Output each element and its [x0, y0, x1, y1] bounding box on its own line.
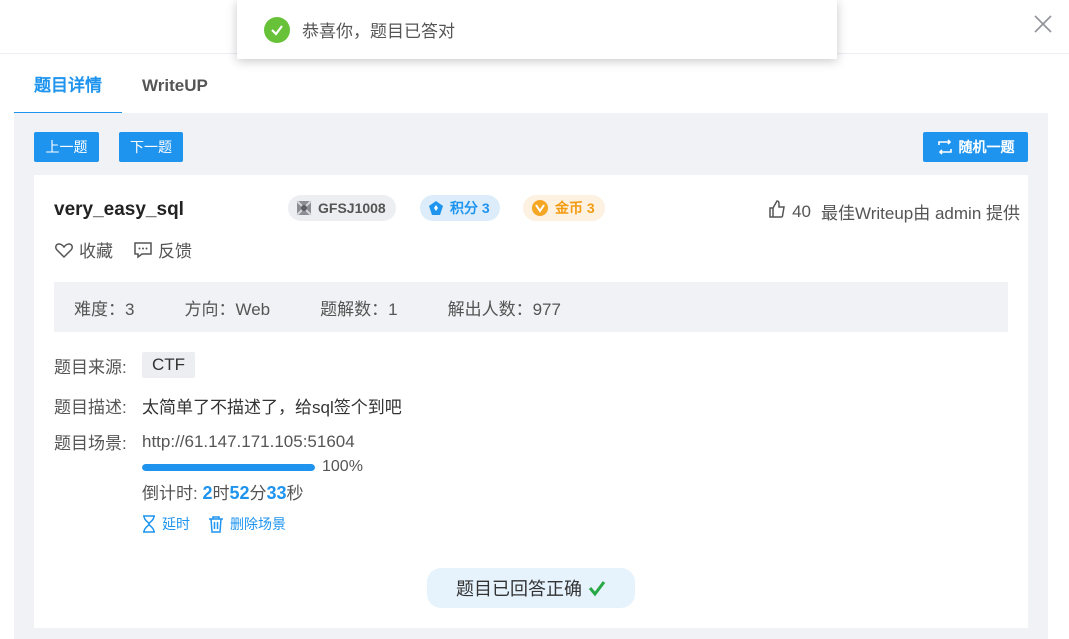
delete-scene-button[interactable]: 删除场景 [208, 514, 286, 534]
checkmark-icon [588, 581, 606, 597]
trash-icon [209, 516, 223, 533]
scene-actions: 延时 删除场景 [142, 514, 304, 534]
countdown: 倒计时: 2时52分33秒 [142, 479, 304, 504]
challenge-actions: 收藏 反馈 [54, 237, 212, 262]
detail-tabs: 题目详情 WriteUP [14, 60, 228, 114]
challenge-id-badge: GFSJ1008 [288, 195, 396, 221]
source-label: 题目来源: [54, 357, 127, 377]
feedback-label: 反馈 [158, 242, 192, 261]
countdown-hours-unit: 时 [212, 484, 230, 503]
favorite-button[interactable]: 收藏 [54, 237, 113, 262]
progress-fill [142, 463, 315, 471]
countdown-prefix: 倒计时: [142, 484, 203, 503]
extend-time-label: 延时 [162, 516, 190, 532]
extend-time-button[interactable]: 延时 [142, 514, 190, 534]
favorite-label: 收藏 [79, 242, 113, 261]
countdown-seconds-unit: 秒 [286, 484, 304, 503]
hourglass-icon [143, 515, 155, 533]
toast-message: 恭喜你，题目已答对 [302, 22, 455, 41]
check-circle-icon [264, 16, 290, 43]
countdown-minutes: 52 [229, 483, 250, 503]
correct-answer-banner: 题目已回答正确 [427, 568, 635, 608]
countdown-hours: 2 [202, 483, 213, 503]
delete-scene-label: 删除场景 [230, 516, 286, 532]
next-challenge-button[interactable]: 下一题 [119, 132, 183, 162]
likes-area: 40 最佳Writeup由 admin 提供 [767, 199, 1020, 224]
success-toast: 恭喜你，题目已答对 [237, 0, 837, 59]
coin-icon [531, 199, 549, 217]
coin-badge: 金币 3 [523, 195, 605, 221]
description-text: 太简单了不描述了，给sql签个到吧 [142, 398, 402, 417]
writeup-count-stat: 题解数：1 [320, 299, 398, 319]
correct-answer-text: 题目已回答正确 [456, 579, 582, 599]
best-writeup-text: 最佳Writeup由 admin 提供 [820, 204, 1020, 223]
scene-label: 题目场景: [54, 434, 127, 453]
challenge-card: very_easy_sql GFSJ1008 积分 3 金币 3 40 最佳Wr… [34, 175, 1028, 628]
source-row: 题目来源: CTF [54, 352, 196, 378]
random-button-label: 随机一题 [958, 139, 1015, 155]
stats-bar: 难度：3 方向：Web 题解数：1 解出人数：977 [54, 282, 1008, 332]
source-tag: CTF [142, 352, 196, 378]
progress-bar [142, 463, 315, 471]
comment-icon [134, 241, 152, 258]
score-label: 积分 3 [450, 200, 490, 216]
difficulty-stat: 难度：3 [74, 299, 135, 319]
tab-details[interactable]: 题目详情 [14, 60, 122, 114]
challenge-title: very_easy_sql [54, 199, 184, 220]
challenge-panel: 上一题 下一题 随机一题 very_easy_sql GFSJ1008 积分 3… [14, 113, 1048, 639]
thumbs-up-icon[interactable] [767, 199, 787, 224]
description-row: 题目描述: 太简单了不描述了，给sql签个到吧 [54, 393, 402, 418]
likes-count: 40 [792, 201, 811, 221]
feedback-button[interactable]: 反馈 [133, 237, 192, 262]
description-label: 题目描述: [54, 398, 127, 417]
shuffle-icon [937, 139, 952, 155]
heart-icon [55, 242, 73, 258]
grid-logo-icon [296, 200, 312, 216]
challenge-id: GFSJ1008 [318, 200, 386, 216]
scene-row: 题目场景: http://61.147.171.105:51604 [54, 429, 355, 454]
solvers-stat: 解出人数：977 [447, 299, 561, 319]
progress-text: 100% [322, 458, 363, 475]
direction-stat: 方向：Web [184, 299, 271, 319]
countdown-seconds: 33 [266, 483, 287, 503]
scene-url[interactable]: http://61.147.171.105:51604 [142, 432, 355, 452]
scene-progress: 100% [142, 458, 363, 476]
tab-writeup[interactable]: WriteUP [122, 60, 228, 114]
countdown-minutes-unit: 分 [249, 484, 267, 503]
score-badge: 积分 3 [420, 195, 500, 221]
diamond-icon [428, 200, 444, 216]
prev-challenge-button[interactable]: 上一题 [34, 132, 99, 162]
close-icon[interactable] [1031, 12, 1055, 36]
random-challenge-button[interactable]: 随机一题 [923, 132, 1028, 162]
coin-label: 金币 3 [555, 200, 595, 216]
